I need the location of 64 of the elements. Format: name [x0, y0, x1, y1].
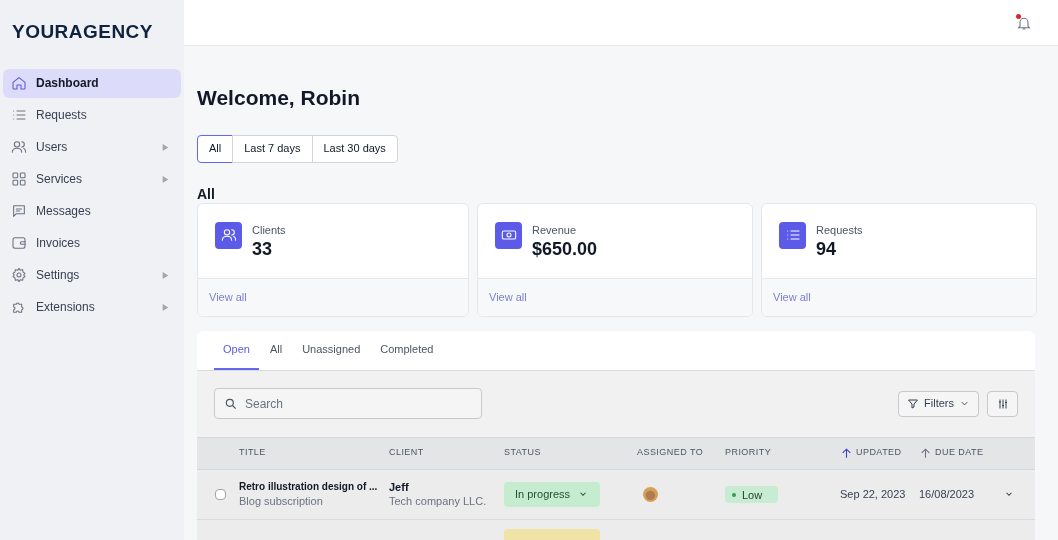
status-badge[interactable]: In progress	[504, 481, 600, 507]
title-cell-text: Retro illustration design of ...	[239, 480, 379, 494]
sliders-icon	[996, 397, 1009, 410]
sidebar-item[interactable]: Dashboard	[3, 68, 181, 98]
range-button[interactable]: All	[197, 134, 234, 163]
view-all-link[interactable]: View all	[773, 288, 811, 306]
column-settings-button[interactable]	[987, 390, 1018, 417]
avatar	[643, 486, 658, 502]
list-icon	[11, 107, 27, 123]
stat-value: 94	[816, 238, 838, 260]
stat-value: $650.00	[532, 238, 598, 260]
search-field[interactable]: Search	[214, 388, 482, 419]
column-header: CLIENT	[389, 446, 424, 460]
section-title: All	[197, 186, 216, 201]
puzzle-icon	[11, 299, 27, 315]
filter-icon	[907, 397, 920, 410]
view-all-link[interactable]: View all	[489, 288, 527, 306]
column-header: TITLE	[239, 446, 266, 460]
column-header: STATUS	[504, 446, 541, 460]
logo: YOURAGENCY	[11, 20, 154, 44]
stat-label: Requests	[816, 222, 863, 238]
stat-value: 33	[252, 238, 274, 260]
tab[interactable]: Unassigned	[293, 330, 370, 370]
updated-cell-text: Sep 22, 2023	[840, 486, 907, 502]
wallet-icon	[11, 235, 27, 251]
filters-button[interactable]: Filters	[898, 390, 979, 417]
sidebar-item[interactable]: Messages	[3, 196, 181, 226]
column-header: UPDATED	[856, 446, 902, 460]
range-button[interactable]: Last 7 days	[232, 134, 313, 163]
sort-arrow-icon[interactable]	[919, 446, 932, 460]
gear-icon	[11, 267, 27, 283]
sidebar-item[interactable]: Requests	[3, 100, 181, 130]
column-header: PRIORITY	[725, 446, 772, 460]
message-icon	[11, 203, 27, 219]
list-glyph-icon	[784, 227, 801, 243]
tab[interactable]: Open	[214, 330, 259, 370]
column-header: ASSIGNED TO	[637, 446, 704, 460]
sidebar-item[interactable]: Invoices	[3, 228, 181, 258]
due-date-cell-text: 16/08/2023	[919, 486, 976, 502]
sidebar-item[interactable]: Services	[3, 164, 181, 194]
sidebar-item[interactable]: Extensions	[3, 292, 181, 322]
sidebar-item[interactable]: Users	[3, 132, 181, 162]
row-checkbox[interactable]	[215, 488, 226, 500]
money-glyph-icon	[500, 227, 517, 243]
users-icon	[11, 139, 27, 155]
bell-icon[interactable]	[1016, 14, 1032, 31]
tab[interactable]: Completed	[371, 330, 443, 370]
search-icon	[224, 397, 238, 411]
stat-label: Clients	[252, 222, 286, 238]
company-text: Tech company LLC.	[389, 494, 488, 508]
grid-icon	[11, 171, 27, 187]
range-button[interactable]: Last 30 days	[311, 134, 398, 163]
client-cell-text: Jeff	[389, 480, 410, 494]
home-icon	[11, 75, 27, 91]
tab[interactable]: All	[260, 330, 292, 370]
column-header: DUE DATE	[935, 446, 984, 460]
stat-label: Revenue	[532, 222, 578, 238]
users-glyph-icon	[220, 227, 237, 243]
view-all-link[interactable]: View all	[209, 288, 247, 306]
sidebar-item[interactable]: Settings	[3, 260, 181, 290]
subtitle-text: Blog subscription	[239, 494, 324, 508]
page-title: Welcome, Robin	[197, 85, 361, 111]
sort-arrow-icon[interactable]	[840, 446, 853, 460]
priority-badge: Low	[725, 486, 778, 504]
